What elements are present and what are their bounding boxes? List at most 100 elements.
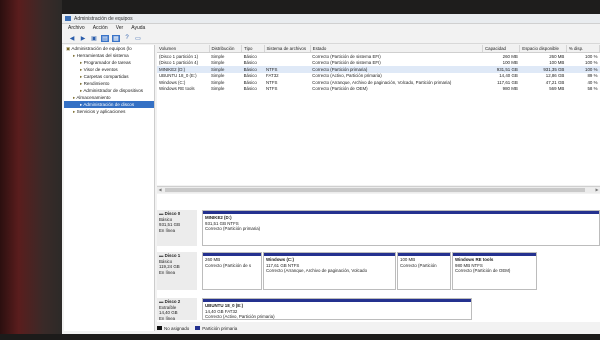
- legend-swatch: [157, 326, 162, 331]
- legend-label: Partición primaria: [202, 325, 238, 331]
- partition-block[interactable]: UBUNTU 18_0 (E:) 14,40 GB FAT32 Correcto (…: [202, 298, 472, 320]
- column-header[interactable]: Distribución: [209, 45, 243, 53]
- disk-status: En línea: [159, 227, 176, 233]
- partition-status: Correcto (Partición primaria): [205, 226, 261, 232]
- tree-item[interactable]: ▸ Administración de discos: [64, 101, 154, 108]
- volume-table: Volumen Distribución Tipo Sistema de archiv…: [157, 45, 600, 92]
- table-cell: 569 MB: [549, 86, 565, 92]
- partition-block[interactable]: MINIKE2 (D:) 931,51 GB NTFS Correcto (Part…: [202, 210, 600, 246]
- table-row[interactable]: (Disco 1 partición 1) Simple Básico Correct…: [157, 53, 600, 60]
- scroll-left-icon[interactable]: ◀: [157, 187, 163, 193]
- partition-block[interactable]: 100 MB Correcto (Partición: [397, 252, 451, 290]
- tree-item-label: Servicios y aplicaciones: [76, 109, 126, 114]
- forward-arrow-icon[interactable]: ▶: [79, 35, 87, 42]
- partition-block[interactable]: Windows RE tools 980 MB NTFS Correcto (Par…: [452, 252, 537, 290]
- disk-row: ▬ Disco 1 Básico 119,24 GB En línea 260 MB Co…: [157, 252, 600, 290]
- menu-accion[interactable]: Acción: [93, 25, 108, 31]
- partition-bar: [203, 253, 261, 256]
- computer-management-icon: [65, 16, 71, 21]
- volume-list: Volumen Distribución Tipo Sistema de archiv…: [157, 45, 600, 185]
- column-header[interactable]: Estado: [310, 45, 483, 53]
- disk-label[interactable]: ▬ Disco 0 Básico 931,51 GB En línea: [157, 210, 197, 246]
- partition-bar: [398, 253, 450, 256]
- refresh-icon[interactable]: ▭: [134, 35, 142, 42]
- disk-name: Disco 2: [164, 299, 181, 304]
- partition-info: 100 MB Correcto (Partición: [400, 257, 448, 268]
- table-cell: Windows RE tools: [159, 86, 195, 92]
- partition-bar: [203, 211, 599, 214]
- column-header[interactable]: Espacio disponible: [519, 45, 567, 53]
- horizontal-scrollbar[interactable]: ◀ ▶: [157, 186, 600, 193]
- scroll-right-icon[interactable]: ▶: [594, 187, 600, 193]
- tree-item-label: Herramientas del sistema: [76, 53, 129, 58]
- disk-label[interactable]: ▬ Disco 2 Extraíble 14,40 GB En línea: [157, 298, 197, 321]
- tree-item-label: Administrador de dispositivos: [83, 88, 144, 93]
- partition-block[interactable]: Windows (C:) 117,61 GB NTFS Correcto (Arra…: [263, 252, 396, 290]
- partition-bar: [453, 253, 536, 256]
- column-header[interactable]: Sistema de archivos: [264, 45, 311, 53]
- disk-name: Disco 0: [164, 211, 181, 216]
- table-cell: Básico: [243, 53, 257, 59]
- tree-item[interactable]: ▸ Programador de tareas: [64, 59, 154, 66]
- table-row[interactable]: Windows RE tools Simple Básico NTFS Correcto…: [157, 86, 600, 93]
- properties-icon[interactable]: ▦: [112, 34, 120, 42]
- legend-item: Partición primaria: [195, 326, 237, 331]
- scrollbar-thumb[interactable]: [165, 188, 585, 192]
- menu-bar: Archivo Acción Ver Ayuda: [62, 24, 600, 32]
- tree-item-label: Administración de discos: [83, 102, 135, 107]
- table-cell: (Disco 1 partición 1): [159, 53, 199, 59]
- disk-management-window: Administración de equipos Archivo Acción…: [62, 14, 600, 334]
- tree-item-label: Visor de eventos: [83, 67, 118, 72]
- tree-item[interactable]: ▸ Servicios y aplicaciones: [64, 108, 154, 115]
- title-bar: Administración de equipos: [62, 14, 600, 24]
- tree-item[interactable]: ▸ Visor de eventos: [64, 66, 154, 73]
- column-header[interactable]: Capacidad: [482, 45, 521, 53]
- legend: No asignado Partición primaria: [157, 324, 600, 332]
- table-cell: 58 %: [587, 86, 598, 92]
- disk-graphical-view: ▬ Disco 0 Básico 931,51 GB En línea MINIKE2 …: [157, 194, 600, 322]
- partition-block[interactable]: 260 MB Correcto (Partición de s: [202, 252, 262, 290]
- menu-ayuda[interactable]: Ayuda: [131, 25, 145, 31]
- console-tree-icon[interactable]: ▤: [101, 34, 109, 42]
- disk-status: En línea: [159, 315, 176, 321]
- menu-archivo[interactable]: Archivo: [68, 25, 85, 31]
- table-cell: 100 %: [585, 53, 598, 59]
- tree-item[interactable]: ▸ Herramientas del sistema: [64, 52, 154, 59]
- toolbar: ◀ ▶ ▣ ▤ ▦ ? ▭: [62, 33, 600, 44]
- monitor-bezel-left: [0, 0, 62, 340]
- table-cell: Simple: [211, 86, 225, 92]
- column-header[interactable]: Volumen: [157, 45, 210, 53]
- column-header[interactable]: Tipo: [241, 45, 265, 53]
- table-cell: NTFS: [266, 86, 278, 92]
- monitor-bezel-top: [0, 0, 600, 14]
- partition-status: Correcto (Partición de s: [205, 262, 252, 268]
- legend-label: No asignado: [164, 325, 190, 331]
- disk-row: ▬ Disco 0 Básico 931,51 GB En línea MINIKE2 …: [157, 210, 600, 246]
- table-cell: 260 MB: [549, 53, 565, 59]
- help-icon[interactable]: ?: [123, 35, 131, 42]
- partition-status: Correcto (Activo, Partición primaria): [205, 314, 275, 320]
- partition-info: Windows (C:) 117,61 GB NTFS Correcto (Arra…: [266, 257, 393, 274]
- tree-item-label: Rendimiento: [83, 81, 110, 86]
- tree-item[interactable]: ▸ Rendimiento: [64, 80, 154, 87]
- legend-swatch: [195, 326, 201, 331]
- disk-label[interactable]: ▬ Disco 1 Básico 119,24 GB En línea: [157, 252, 197, 290]
- partition-bar: [264, 253, 395, 256]
- table-cell: [264, 53, 310, 60]
- tree-item[interactable]: ▸ Almacenamiento: [64, 94, 154, 101]
- table-cell: 260 MB: [502, 53, 518, 59]
- back-arrow-icon[interactable]: ◀: [68, 35, 76, 42]
- column-header[interactable]: % disp.: [566, 45, 600, 53]
- partition-bar: [203, 299, 471, 302]
- monitor-bezel-bottom: [0, 334, 600, 340]
- partition-status: Correcto (Arranque, Archivo de paginació…: [266, 268, 368, 274]
- partition-info: 260 MB Correcto (Partición de s: [205, 257, 259, 268]
- up-folder-icon[interactable]: ▣: [90, 35, 98, 42]
- table-cell: Correcto (Partición de OEM): [312, 86, 368, 92]
- table-cell: Básico: [243, 86, 257, 92]
- tree-item[interactable]: ▣ Administración de equipos (lo: [64, 45, 154, 52]
- tree-item[interactable]: ▸ Carpetas compartidas: [64, 73, 154, 80]
- tree-item[interactable]: ▸ Administrador de dispositivos: [64, 87, 154, 94]
- menu-ver[interactable]: Ver: [116, 25, 124, 31]
- table-cell: 980 MB: [502, 86, 518, 92]
